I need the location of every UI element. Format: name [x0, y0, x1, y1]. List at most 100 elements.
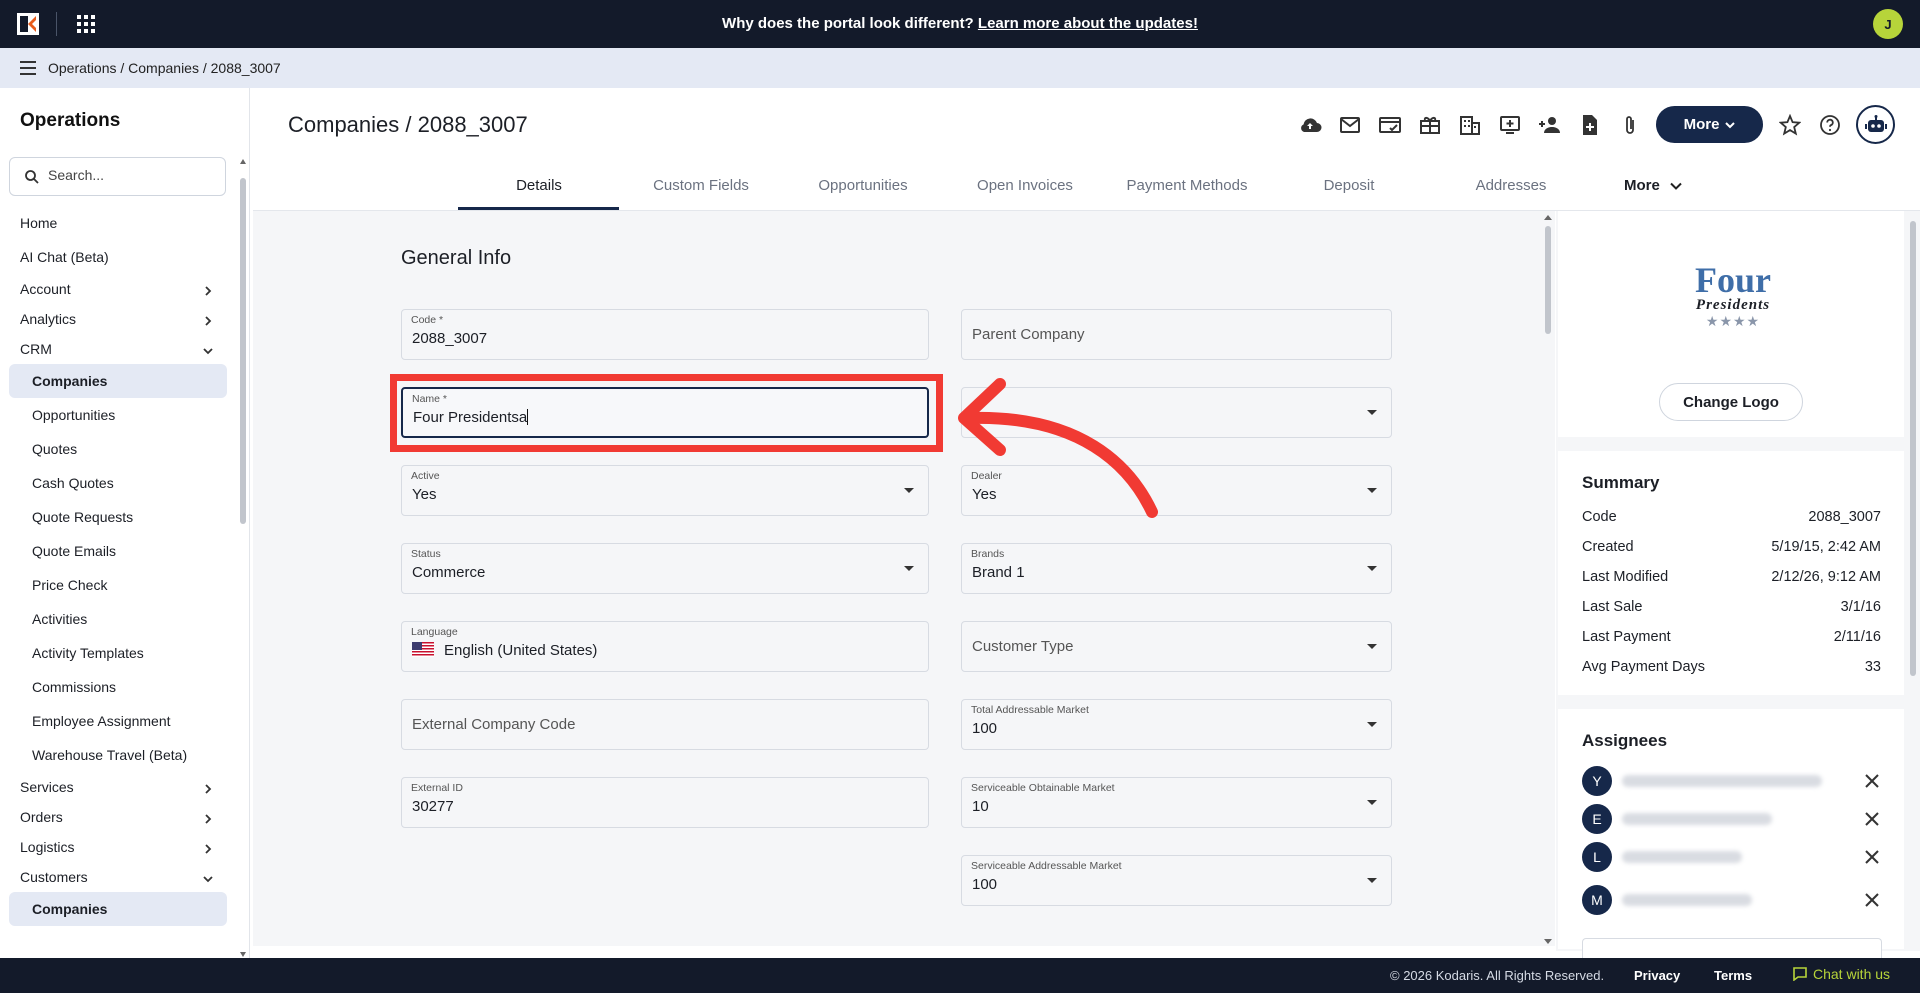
footer-terms-link[interactable]: Terms: [1714, 968, 1752, 983]
status-select[interactable]: Status Commerce: [401, 543, 929, 594]
building-icon[interactable]: [1450, 110, 1490, 140]
tabs-more-label: More: [1624, 177, 1660, 194]
summary-key: Code: [1582, 509, 1617, 525]
gift-icon[interactable]: [1410, 110, 1450, 140]
form-scrollbar[interactable]: [1541, 211, 1555, 946]
form-scroll-thumb[interactable]: [1545, 226, 1551, 334]
sidebar-item-label: Orders: [20, 809, 63, 825]
sidebar-item-opportunities[interactable]: Opportunities: [0, 398, 236, 432]
attach-icon[interactable]: [1610, 110, 1650, 140]
sidebar-item-orders[interactable]: Orders: [0, 802, 236, 832]
status-label: Status: [411, 548, 441, 560]
sidebar-scrollbar[interactable]: [239, 158, 247, 958]
sidebar-item-activities[interactable]: Activities: [0, 602, 236, 636]
active-select[interactable]: Active Yes: [401, 465, 929, 516]
customer-type-select[interactable]: Customer Type: [961, 621, 1392, 672]
chevron-down-icon: [203, 348, 213, 355]
sam-select[interactable]: Serviceable Addressable Market 100: [961, 855, 1392, 906]
sidebar-item-quote-emails[interactable]: Quote Emails: [0, 534, 236, 568]
user-avatar[interactable]: J: [1873, 9, 1903, 39]
sidebar-item-quote-requests[interactable]: Quote Requests: [0, 500, 236, 534]
annotation-highlight-box: [390, 374, 943, 452]
sidebar-item-analytics[interactable]: Analytics: [0, 304, 236, 334]
sidebar-item-ai-chat-beta[interactable]: AI Chat (Beta): [0, 240, 236, 274]
assignee-add-field[interactable]: [1582, 938, 1882, 958]
person-add-icon[interactable]: [1530, 110, 1570, 140]
sidebar-item-home[interactable]: Home: [0, 206, 236, 240]
scroll-down-icon[interactable]: [239, 950, 247, 958]
external-id-field[interactable]: External ID 30277: [401, 777, 929, 828]
tab-details[interactable]: Details: [458, 168, 620, 210]
assignee-row: M: [1582, 885, 1882, 915]
search-input[interactable]: [48, 167, 218, 183]
chat-with-us-button[interactable]: Chat with us: [1793, 966, 1890, 982]
assignee-avatar: M: [1582, 885, 1612, 915]
remove-assignee-close-icon[interactable]: [1864, 849, 1880, 865]
sidebar-item-companies[interactable]: Companies: [9, 364, 227, 398]
language-select[interactable]: Language English (United States): [401, 621, 929, 672]
code-field[interactable]: Code * 2088_3007: [401, 309, 929, 360]
sidebar-item-customers[interactable]: Customers: [0, 862, 236, 892]
external-company-code-field[interactable]: External Company Code: [401, 699, 929, 750]
brands-value: Brand 1: [972, 564, 1025, 581]
parent-company-field[interactable]: Parent Company: [961, 309, 1392, 360]
active-value: Yes: [412, 486, 437, 503]
banner-link[interactable]: Learn more about the updates!: [978, 15, 1198, 32]
sidebar-search[interactable]: [9, 157, 226, 196]
sidebar-item-price-check[interactable]: Price Check: [0, 568, 236, 602]
tab-custom-fields[interactable]: Custom Fields: [620, 168, 782, 210]
hamburger-menu-icon[interactable]: [20, 61, 36, 75]
ai-assistant-button[interactable]: [1856, 105, 1895, 144]
sidebar-item-quotes[interactable]: Quotes: [0, 432, 236, 466]
mail-icon[interactable]: [1330, 110, 1370, 140]
parent-company-placeholder: Parent Company: [972, 326, 1085, 343]
sidebar-item-activity-templates[interactable]: Activity Templates: [0, 636, 236, 670]
scroll-up-icon[interactable]: [1541, 213, 1555, 223]
change-logo-button[interactable]: Change Logo: [1659, 383, 1803, 421]
remove-assignee-close-icon[interactable]: [1864, 773, 1880, 789]
remove-assignee-close-icon[interactable]: [1864, 892, 1880, 908]
scroll-down-icon[interactable]: [1541, 936, 1555, 946]
more-actions-button[interactable]: More: [1656, 106, 1763, 143]
sidebar-item-label: Customers: [20, 869, 88, 885]
favorite-star-icon[interactable]: [1779, 114, 1801, 136]
cloud-upload-icon[interactable]: [1290, 110, 1330, 140]
sidebar-item-warehouse-travel-beta[interactable]: Warehouse Travel (Beta): [0, 738, 236, 772]
footer-privacy-link[interactable]: Privacy: [1634, 968, 1680, 983]
remove-assignee-close-icon[interactable]: [1864, 811, 1880, 827]
sidebar-scroll-thumb[interactable]: [240, 178, 246, 524]
card-check-icon[interactable]: [1370, 110, 1410, 140]
sidebar-item-services[interactable]: Services: [0, 772, 236, 802]
tab-payment-methods[interactable]: Payment Methods: [1106, 168, 1268, 210]
chat-label: Chat with us: [1813, 966, 1891, 982]
external-id-value[interactable]: 30277: [412, 798, 454, 815]
breadcrumb[interactable]: Operations / Companies / 2088_3007: [48, 60, 281, 76]
screen-add-icon[interactable]: [1490, 110, 1530, 140]
som-select[interactable]: Serviceable Obtainable Market 10: [961, 777, 1392, 828]
sidebar-item-commissions[interactable]: Commissions: [0, 670, 236, 704]
dropdown-arrow-icon: [1367, 566, 1377, 571]
tab-deposit[interactable]: Deposit: [1268, 168, 1430, 210]
chevron-down-icon: [1725, 121, 1736, 128]
sidebar-item-crm[interactable]: CRM: [0, 334, 236, 364]
right-panel-scroll-thumb[interactable]: [1910, 221, 1916, 676]
sidebar-item-account[interactable]: Account: [0, 274, 236, 304]
footer-copyright: © 2026 Kodaris. All Rights Reserved.: [1390, 968, 1605, 983]
sidebar-item-companies[interactable]: Companies: [9, 892, 227, 926]
file-add-icon[interactable]: [1570, 110, 1610, 140]
tab-open-invoices[interactable]: Open Invoices: [944, 168, 1106, 210]
assignee-email-redacted: [1622, 894, 1752, 906]
sidebar-item-cash-quotes[interactable]: Cash Quotes: [0, 466, 236, 500]
tam-select[interactable]: Total Addressable Market 100: [961, 699, 1392, 750]
assignee-email-redacted: [1622, 813, 1772, 825]
tab-opportunities[interactable]: Opportunities: [782, 168, 944, 210]
brands-select[interactable]: Brands Brand 1: [961, 543, 1392, 594]
code-value[interactable]: 2088_3007: [412, 330, 487, 347]
scroll-up-icon[interactable]: [239, 158, 247, 166]
help-icon[interactable]: [1819, 114, 1841, 136]
tabs-more-menu[interactable]: More: [1624, 177, 1682, 194]
sidebar-item-employee-assignment[interactable]: Employee Assignment: [0, 704, 236, 738]
tab-addresses[interactable]: Addresses: [1430, 168, 1592, 210]
right-panel-scrollbar[interactable]: [1906, 211, 1920, 951]
sidebar-item-logistics[interactable]: Logistics: [0, 832, 236, 862]
